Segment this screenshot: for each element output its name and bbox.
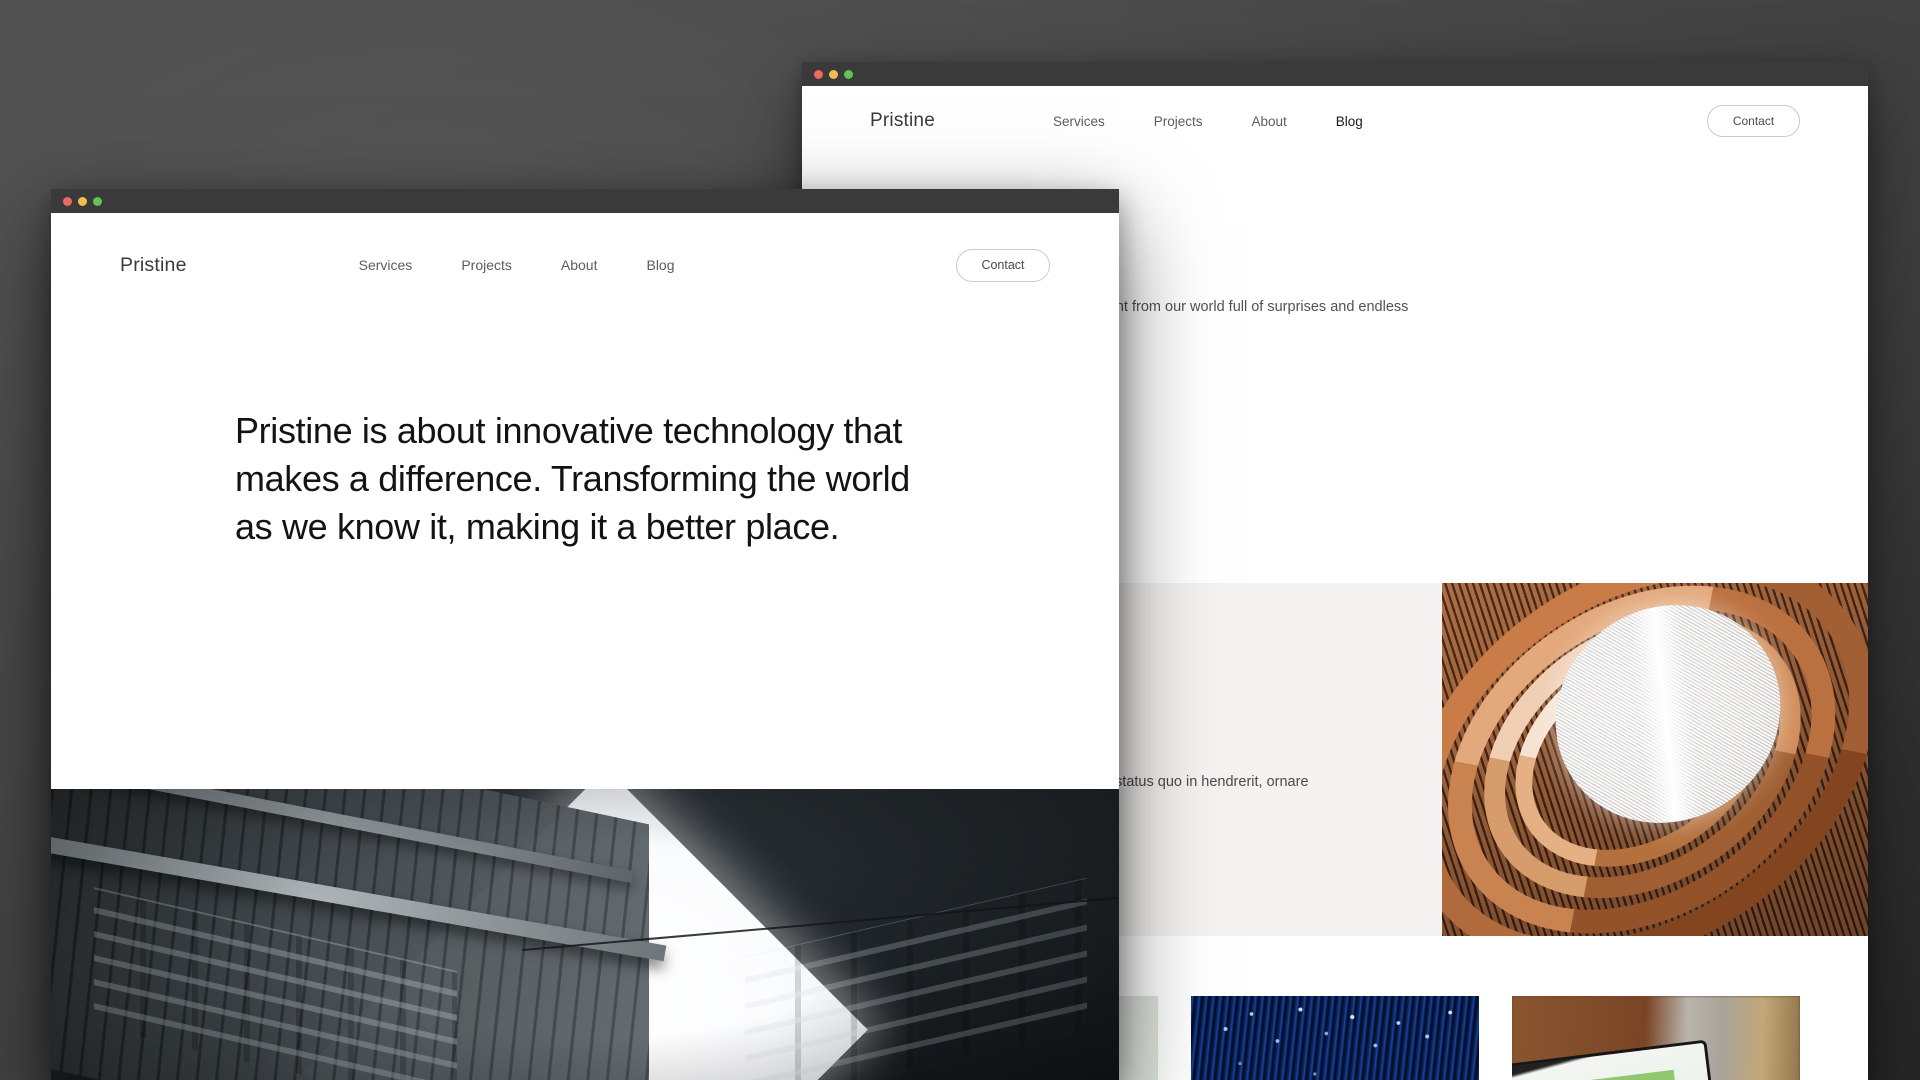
minimize-button[interactable] [829,69,838,79]
main-nav: Services Projects About Blog [359,257,675,273]
maximize-button[interactable] [93,196,102,206]
fiber-light-tips [1191,996,1479,1080]
nav-link-about[interactable]: About [1252,114,1287,129]
site-header-home: Pristine Services Projects About Blog Co… [51,213,1119,317]
site-logo[interactable]: Pristine [870,110,935,132]
nav-link-services[interactable]: Services [359,257,413,273]
main-nav: Services Projects About Blog [1053,114,1363,129]
nav-link-projects[interactable]: Projects [1154,114,1203,129]
contact-button[interactable]: Contact [1707,105,1800,137]
blog-card-thumbnail-2[interactable] [1191,996,1479,1080]
architecture-looking-up-photo [51,789,1119,1080]
site-logo[interactable]: Pristine [120,254,187,277]
browser-window-home[interactable]: Pristine Services Projects About Blog Co… [51,189,1119,1080]
nav-link-blog[interactable]: Blog [1336,114,1363,129]
minimize-button[interactable] [78,196,87,206]
laptop-screen-content [1517,1069,1679,1080]
window-titlebar-blog[interactable] [802,62,1868,86]
blog-card-thumbnail-3[interactable] [1512,996,1800,1080]
nav-link-services[interactable]: Services [1053,114,1105,129]
nav-link-projects[interactable]: Projects [461,257,512,273]
close-button[interactable] [63,196,72,206]
maximize-button[interactable] [844,69,853,79]
window-titlebar-home[interactable] [51,189,1119,213]
hero-headline: Pristine is about innovative technology … [235,410,910,548]
photo-vignette [51,789,1119,1080]
home-hero: Pristine is about innovative technology … [51,317,1119,552]
contact-button[interactable]: Contact [956,248,1050,282]
site-header-blog: Pristine Services Projects About Blog Co… [802,86,1868,156]
close-button[interactable] [814,69,823,79]
nav-link-blog[interactable]: Blog [646,257,674,273]
nav-link-about[interactable]: About [561,257,598,273]
wooden-spiral-atrium-photo [1442,583,1868,936]
